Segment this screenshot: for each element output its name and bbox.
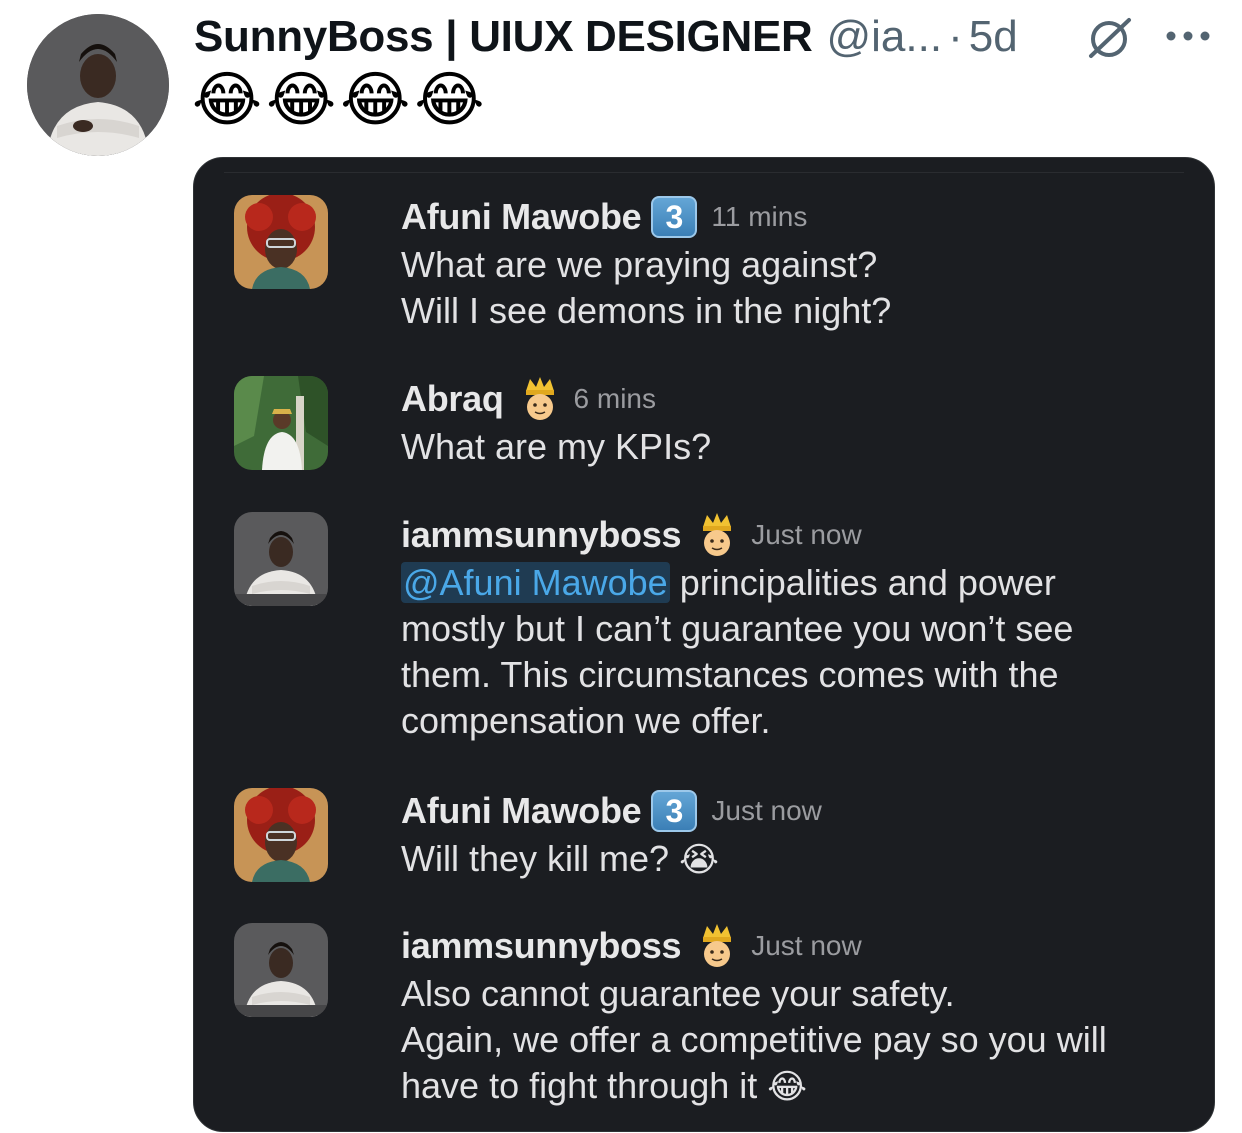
author-avatar[interactable] [27,14,169,156]
user-mention-link[interactable]: @Afuni Mawobe [401,562,670,603]
message-text: Will they kill me? [401,838,670,879]
tears-of-joy-emoji: 😂 [192,66,263,133]
message-line: them. This circumstances comes with the [401,654,1059,695]
sender-name[interactable]: iammsunnyboss [401,514,681,556]
more-options-icon[interactable] [1165,26,1211,46]
grok-icon[interactable] [1085,16,1135,60]
message-line: What are my KPIs? [401,426,712,467]
number-badge: 3 [651,790,698,832]
separator-dot: · [948,12,963,61]
divider [224,172,1184,173]
message-time: Just now [711,795,822,826]
avatar [234,788,328,882]
avatar [234,376,328,470]
attached-image[interactable]: Afuni Mawobe 3 11 mins What are we prayi… [193,157,1215,1132]
crown-person-icon [697,922,737,970]
sender-name[interactable]: Afuni Mawobe [401,196,642,238]
message-text: principalities and power [669,562,1056,603]
message-line: mostly but I can’t guarantee you won’t s… [401,608,1074,649]
message-time: 11 mins [711,201,808,232]
author-display-name[interactable]: SunnyBoss | UIUX DESIGNER [194,12,813,62]
number-badge: 3 [651,196,698,238]
message-line: compensation we offer. [401,700,771,741]
message-line: What are we praying against? [401,244,878,285]
message-time: 6 mins [573,383,656,414]
message-line: Also cannot guarantee your safety. [401,973,955,1014]
message-line: Again, we offer a competitive pay so you… [401,1019,1107,1060]
tears-of-joy-emoji: 😂 [767,1068,807,1106]
crown-person-icon [520,375,560,423]
avatar [234,923,328,1017]
tweet-header: SunnyBoss | UIUX DESIGNER @ia... · 5d [194,12,1018,62]
tears-of-joy-emoji: 😂 [340,66,411,133]
message-line: have to fight through it 😂 [401,1063,1194,1109]
sender-name[interactable]: Afuni Mawobe [401,790,642,832]
tweet-text: 😂 😂 😂 😂 [192,68,484,132]
message-text: have to fight through it [401,1065,758,1106]
message-line: Will they kill me? 😭 [401,836,1194,882]
tweet-timestamp[interactable]: 5d [969,12,1018,62]
sender-name[interactable]: iammsunnyboss [401,925,681,967]
tweet: SunnyBoss | UIUX DESIGNER @ia... · 5d 😂 … [0,0,1242,1133]
message-line: @Afuni Mawobe principalities and power [401,560,1194,606]
tears-of-joy-emoji: 😂 [266,66,337,133]
message-time: Just now [751,930,862,961]
crown-person-icon [697,511,737,559]
loudly-crying-emoji: 😭 [679,841,719,879]
tears-of-joy-emoji: 😂 [414,66,485,133]
sender-name[interactable]: Abraq [401,378,504,420]
author-handle[interactable]: @ia... [826,12,942,62]
message-line: Will I see demons in the night? [401,290,892,331]
avatar [234,195,328,289]
message-time: Just now [751,519,862,550]
avatar [234,512,328,606]
